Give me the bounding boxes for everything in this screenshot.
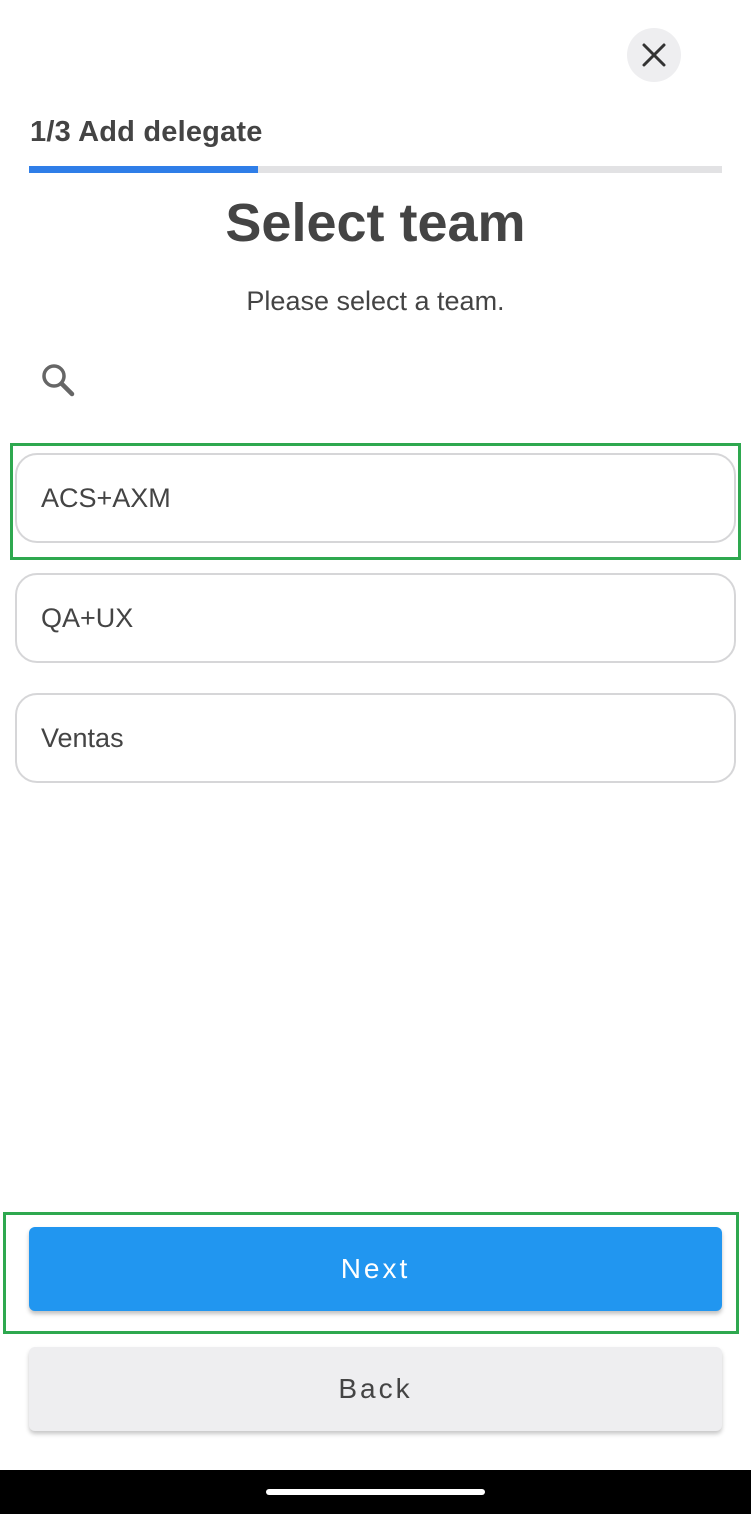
team-item-label: Ventas <box>41 722 124 753</box>
team-item-label: QA+UX <box>41 602 134 633</box>
team-item-ventas[interactable]: Ventas <box>15 693 736 783</box>
team-list: ACS+AXM QA+UX Ventas <box>15 453 736 813</box>
next-button[interactable]: Next <box>29 1227 722 1311</box>
home-indicator[interactable] <box>266 1489 485 1495</box>
close-button[interactable] <box>627 28 681 82</box>
back-button[interactable]: Back <box>29 1347 722 1431</box>
team-item-acs-axm[interactable]: ACS+AXM <box>15 453 736 543</box>
step-title: 1/3 Add delegate <box>30 116 263 148</box>
search-icon[interactable] <box>38 360 78 400</box>
team-item-label: ACS+AXM <box>41 482 171 513</box>
select-team-screen: 1/3 Add delegate Select team Please sele… <box>0 0 751 1514</box>
progress-bar-fill <box>29 166 258 173</box>
team-item-qa-ux[interactable]: QA+UX <box>15 573 736 663</box>
page-subtitle: Please select a team. <box>246 286 505 316</box>
close-icon <box>642 43 666 67</box>
progress-bar <box>29 166 722 173</box>
page-title: Select team <box>225 193 526 253</box>
system-navigation-bar <box>0 1470 751 1514</box>
